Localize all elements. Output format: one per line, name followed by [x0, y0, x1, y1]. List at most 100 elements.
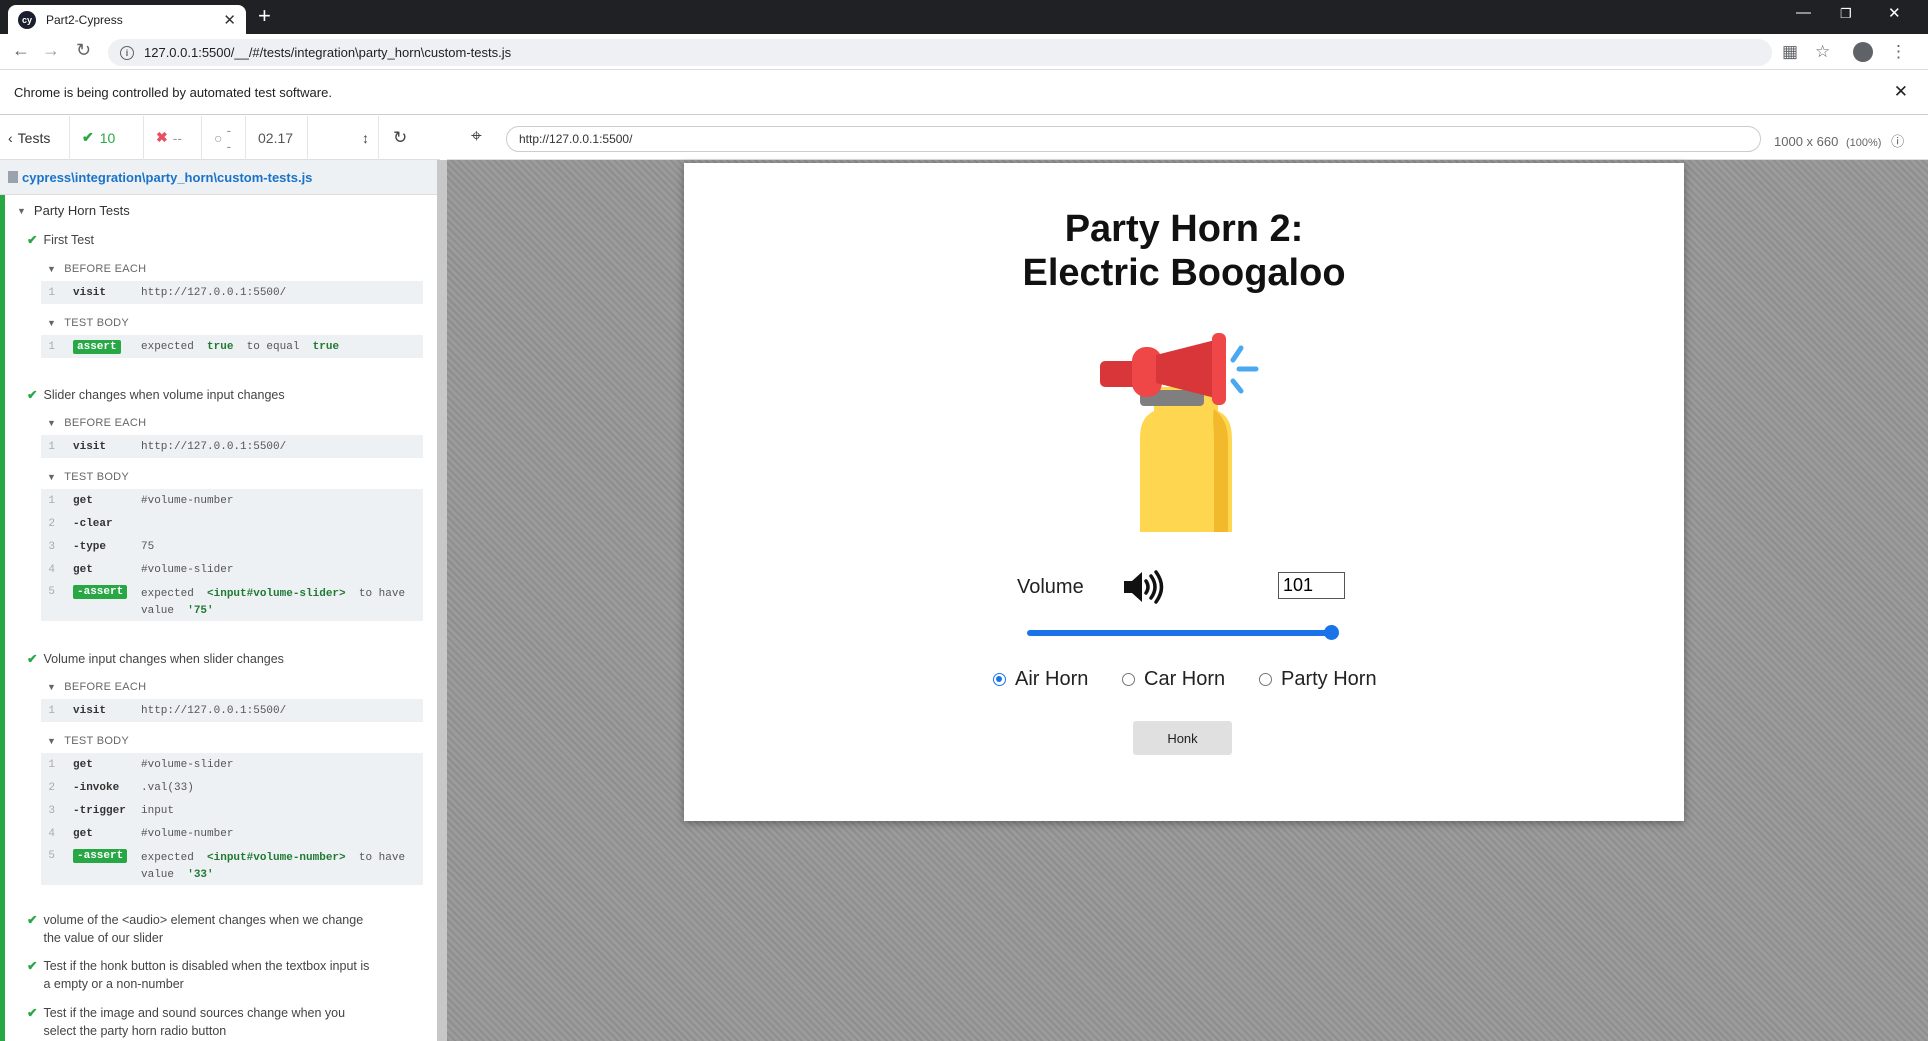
- infobar-close-icon[interactable]: ✕: [1894, 82, 1908, 102]
- command-row[interactable]: 5 -assert expected <input#volume-number> t…: [41, 845, 423, 885]
- scroll-toggle-icon[interactable]: ↕: [362, 130, 369, 146]
- radio-car-horn[interactable]: Car Horn: [1122, 668, 1225, 691]
- failed-number: --: [172, 129, 183, 146]
- command-list: 1 assert expected true to equal true: [41, 335, 423, 358]
- command-name: visit: [73, 704, 107, 717]
- honk-button[interactable]: Honk: [1133, 721, 1232, 755]
- command-row[interactable]: 1 get #volume-number: [41, 489, 423, 512]
- command-name: get: [73, 827, 93, 840]
- command-name: -assert: [63, 585, 141, 599]
- volume-label: Volume: [1017, 576, 1084, 598]
- command-number: 2: [48, 517, 55, 530]
- test-item[interactable]: ✔ First Test: [27, 231, 94, 249]
- omnibox[interactable]: i 127.0.0.1:5500/__/#/tests/integration\…: [108, 39, 1772, 66]
- menu-kebab-icon[interactable]: ⋮: [1890, 42, 1907, 62]
- hook-test-body[interactable]: ▼ TEST BODY: [47, 735, 129, 747]
- test-item[interactable]: ✔ Test if the honk button is disabled whe…: [27, 957, 407, 993]
- caret-down-icon: ▼: [47, 682, 57, 692]
- command-row[interactable]: 3 -type 75: [41, 535, 423, 558]
- infobar-text: Chrome is being controlled by automated …: [14, 85, 332, 100]
- command-row[interactable]: 1 assert expected true to equal true: [41, 335, 423, 358]
- hook-test-body[interactable]: ▼ TEST BODY: [47, 471, 129, 483]
- automation-infobar: Chrome is being controlled by automated …: [0, 71, 1928, 115]
- command-row[interactable]: 1 get #volume-slider: [41, 753, 423, 776]
- restart-icon[interactable]: ↻: [378, 115, 420, 160]
- command-name: visit: [73, 440, 107, 453]
- command-row[interactable]: 4 get #volume-slider: [41, 558, 423, 581]
- command-message: #volume-slider: [141, 758, 234, 771]
- selector-playground-icon[interactable]: ⌖: [471, 126, 482, 148]
- hook-before-each[interactable]: ▼ BEFORE EACH: [47, 417, 146, 429]
- volume-slider-thumb[interactable]: [1324, 625, 1339, 640]
- pending-number: --: [226, 121, 232, 154]
- suite-title[interactable]: ▼ Party Horn Tests: [17, 203, 130, 218]
- command-row[interactable]: 2 -invoke .val(33): [41, 776, 423, 799]
- radio-air-horn[interactable]: Air Horn: [993, 668, 1088, 691]
- reporter-scrollbar[interactable]: [437, 160, 447, 1041]
- test-item[interactable]: ✔ Slider changes when volume input change…: [27, 386, 285, 404]
- command-number: 5: [48, 850, 55, 862]
- command-number: 1: [48, 340, 55, 353]
- aut-url-bar[interactable]: http://127.0.0.1:5500/: [506, 126, 1761, 152]
- site-info-icon[interactable]: i: [120, 45, 134, 60]
- check-icon: ✔: [27, 652, 38, 666]
- test-item[interactable]: ✔ Test if the image and sound sources cha…: [27, 1004, 407, 1040]
- title-line: the value of our slider: [43, 931, 163, 945]
- command-message: input: [141, 804, 175, 817]
- command-row[interactable]: 1 visit http://127.0.0.1:5500/: [41, 435, 423, 458]
- volume-slider-track[interactable]: [1027, 630, 1331, 636]
- restore-icon[interactable]: ❐: [1840, 6, 1852, 22]
- new-tab-icon[interactable]: +: [258, 3, 271, 29]
- hook-test-body[interactable]: ▼ TEST BODY: [47, 317, 129, 329]
- radio-button-icon[interactable]: [993, 673, 1006, 686]
- volume-number-input[interactable]: 101: [1278, 572, 1345, 599]
- air-horn-icon: [1100, 333, 1259, 532]
- test-title: Test if the image and sound sources chan…: [43, 1004, 345, 1040]
- back-icon[interactable]: ←: [12, 40, 30, 61]
- command-message: #volume-number: [141, 494, 234, 507]
- reporter-panel: ▼ Party Horn Tests ✔ First Test ▼ BEFORE E…: [0, 195, 440, 1041]
- forward-icon[interactable]: →: [42, 40, 60, 61]
- radio-party-horn[interactable]: Party Horn: [1259, 668, 1377, 691]
- close-tab-icon[interactable]: ✕: [223, 11, 236, 29]
- command-list: 1 get #volume-number 2 -clear 3 -type 75 4 get…: [41, 489, 423, 621]
- bookmark-star-icon[interactable]: ☆: [1815, 42, 1830, 62]
- browser-tab[interactable]: cy Part2-Cypress ✕: [8, 5, 246, 34]
- command-row[interactable]: 5 -assert expected <input#volume-slider> t…: [41, 581, 423, 621]
- radio-label: Air Horn: [1015, 668, 1089, 690]
- test-item[interactable]: ✔ volume of the <audio> element changes w…: [27, 911, 407, 947]
- caret-down-icon: ▼: [47, 418, 57, 428]
- msg-part: value: [141, 605, 175, 617]
- hook-label: TEST BODY: [64, 735, 130, 747]
- spec-path-link[interactable]: cypress\integration\party_horn\custom-te…: [22, 170, 312, 185]
- command-name: -trigger: [73, 804, 126, 817]
- msg-part: to have: [358, 852, 406, 864]
- omnibox-url[interactable]: 127.0.0.1:5500/__/#/tests/integration\pa…: [144, 45, 511, 60]
- command-list: 1 visit http://127.0.0.1:5500/: [41, 435, 423, 458]
- profile-avatar[interactable]: [1853, 42, 1873, 62]
- command-row[interactable]: 3 -trigger input: [41, 799, 423, 822]
- command-message: http://127.0.0.1:5500/: [141, 440, 287, 453]
- assert-badge: assert: [73, 339, 121, 354]
- command-row[interactable]: 1 visit http://127.0.0.1:5500/: [41, 281, 423, 304]
- command-row[interactable]: 2 -clear: [41, 512, 423, 535]
- command-row[interactable]: 1 visit http://127.0.0.1:5500/: [41, 699, 423, 722]
- qr-code-icon[interactable]: ▦: [1782, 42, 1798, 62]
- msg-part: <input#volume-slider>: [207, 588, 346, 600]
- hook-before-each[interactable]: ▼ BEFORE EACH: [47, 681, 146, 693]
- reload-icon[interactable]: ↻: [76, 40, 91, 61]
- command-row[interactable]: 4 get #volume-number: [41, 822, 423, 845]
- info-circle-icon[interactable]: ⓘ: [1891, 134, 1904, 149]
- test-title: Slider changes when volume input changes: [43, 388, 285, 402]
- back-to-tests-button[interactable]: ‹ Tests: [0, 115, 70, 160]
- passed-count: ✔ 10: [70, 115, 144, 160]
- title-line: volume of the <audio> element changes wh…: [43, 913, 364, 927]
- minimize-icon[interactable]: —: [1796, 4, 1811, 21]
- msg-part: expected: [141, 852, 194, 864]
- test-item[interactable]: ✔ Volume input changes when slider change…: [27, 650, 284, 668]
- window-close-icon[interactable]: ✕: [1888, 4, 1901, 22]
- command-name: -assert: [63, 849, 141, 863]
- hook-before-each[interactable]: ▼ BEFORE EACH: [47, 263, 146, 275]
- radio-button-icon[interactable]: [1122, 673, 1135, 686]
- radio-button-icon[interactable]: [1259, 673, 1272, 686]
